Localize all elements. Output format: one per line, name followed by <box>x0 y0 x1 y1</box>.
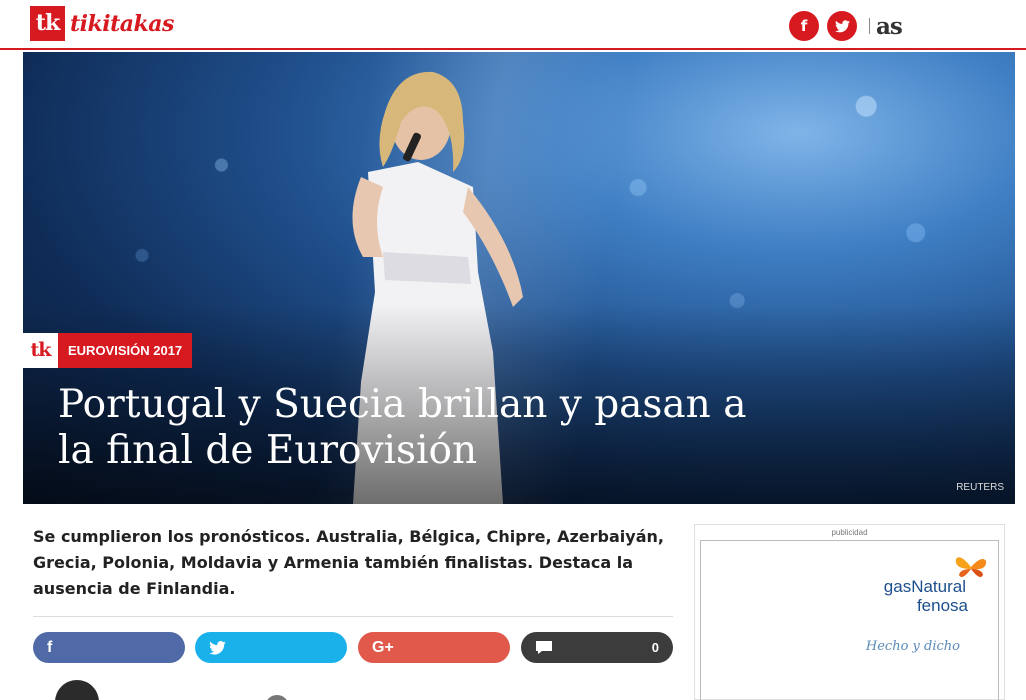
article-lead: Se cumplieron los pronósticos. Australia… <box>33 527 664 598</box>
share-twitter-button[interactable] <box>195 632 347 663</box>
tag-label: EUROVISIÓN 2017 <box>58 333 193 368</box>
comment-icon <box>536 641 552 654</box>
site-logo[interactable]: tk tikitakas <box>30 6 174 41</box>
as-logo[interactable]: as <box>876 13 903 40</box>
facebook-icon[interactable]: f <box>789 11 819 41</box>
section-tag[interactable]: tk EUROVISIÓN 2017 <box>23 333 193 368</box>
ad-slogan: Hecho y dicho <box>865 639 960 654</box>
facebook-icon: f <box>47 638 53 656</box>
logo-mark: tk <box>30 6 65 41</box>
ad-brand-line1: gasNatural <box>883 577 966 596</box>
share-bar: f G+ 0 <box>33 632 674 663</box>
tag-logo: tk <box>23 333 58 368</box>
twitter-icon <box>209 640 226 655</box>
ad-label: publicidad <box>831 528 868 537</box>
comments-count: 0 <box>651 640 659 655</box>
ad-brand-line2: fenosa <box>916 596 968 615</box>
header-social: f as <box>789 11 903 41</box>
logo-text: tikitakas <box>70 10 174 37</box>
hero-image[interactable]: tk EUROVISIÓN 2017 Portugal y Suecia bri… <box>23 52 1015 504</box>
ad-box[interactable]: publicidad gasNatural fenosa Hecho y dic… <box>694 524 1005 700</box>
twitter-icon[interactable] <box>827 11 857 41</box>
share-googleplus-button[interactable]: G+ <box>358 632 510 663</box>
article-headline: Portugal y Suecia brillan y pasan a la f… <box>58 382 747 473</box>
googleplus-icon: G+ <box>372 638 394 656</box>
twitter-bird-icon <box>834 19 850 32</box>
site-header: tk tikitakas f as <box>0 0 1026 50</box>
header-divider <box>869 18 870 34</box>
divider <box>33 616 673 617</box>
author-avatar-secondary[interactable] <box>265 695 289 700</box>
photo-credit: REUTERS <box>956 482 1004 493</box>
share-facebook-button[interactable]: f <box>33 632 185 663</box>
comments-button[interactable]: 0 <box>521 632 673 663</box>
ad-creative[interactable]: gasNatural fenosa Hecho y dicho <box>700 540 999 700</box>
author-avatar[interactable] <box>55 680 99 700</box>
